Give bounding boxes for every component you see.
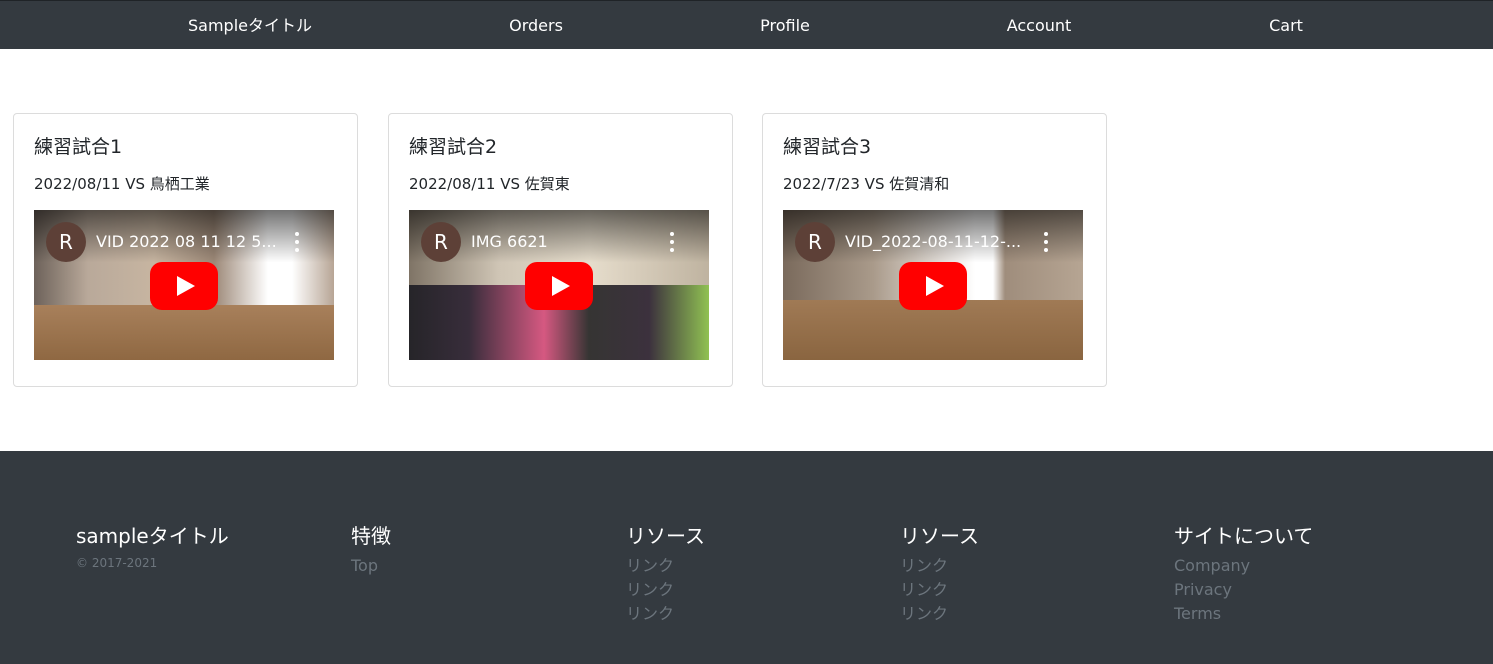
channel-avatar[interactable]: R [46,222,86,262]
nav-account-link[interactable]: Account [1007,1,1072,50]
card-subtitle: 2022/08/11 VS 佐賀東 [409,175,570,193]
card-subtitle: 2022/7/23 VS 佐賀清和 [783,175,950,193]
footer-link[interactable]: リンク [626,602,705,626]
more-options-icon[interactable] [665,230,679,254]
footer-link-company[interactable]: Company [1174,554,1313,578]
card-title: 練習試合1 [34,136,123,158]
more-options-icon[interactable] [1039,230,1053,254]
site-footer: sampleタイトル © 2017-2021 特徴 Top リソース リンク リ… [0,451,1493,664]
footer-link[interactable]: リンク [626,578,705,602]
video-embed-2[interactable]: R IMG 6621 [409,210,709,360]
footer-link-privacy[interactable]: Privacy [1174,578,1313,602]
video-embed-3[interactable]: R VID_2022-08-11-12-... [783,210,1083,360]
footer-column-resources-1: リソース リンク リンク リンク [626,521,705,626]
video-title[interactable]: VID_2022-08-11-12-... [845,232,1035,251]
match-card-3: 練習試合3 2022/7/23 VS 佐賀清和 R VID_2022-08-11… [762,113,1107,387]
footer-link-top[interactable]: Top [351,554,391,578]
video-title[interactable]: VID 2022 08 11 12 5... [96,232,286,251]
footer-brand: sampleタイトル [76,524,229,548]
footer-heading: リソース [626,524,705,548]
card-title: 練習試合3 [783,136,872,158]
match-card-1: 練習試合1 2022/08/11 VS 鳥栖工業 R VID 2022 08 1… [13,113,358,387]
footer-heading: 特徴 [351,524,391,548]
footer-link[interactable]: リンク [626,554,705,578]
channel-avatar[interactable]: R [421,222,461,262]
footer-brand-column: sampleタイトル © 2017-2021 [76,521,229,570]
footer-link[interactable]: リンク [900,578,979,602]
top-navbar: Sampleタイトル Orders Profile Account Cart [0,0,1493,49]
video-title[interactable]: IMG 6621 [471,232,661,251]
footer-heading: サイトについて [1174,524,1314,548]
nav-brand-link[interactable]: Sampleタイトル [188,1,312,50]
footer-link[interactable]: リンク [900,602,979,626]
nav-orders-link[interactable]: Orders [509,1,563,50]
video-embed-1[interactable]: R VID 2022 08 11 12 5... [34,210,334,360]
footer-link-terms[interactable]: Terms [1174,602,1313,626]
match-card-2: 練習試合2 2022/08/11 VS 佐賀東 R IMG 6621 [388,113,733,387]
footer-column-about: サイトについて Company Privacy Terms [1174,521,1313,626]
footer-column-resources-2: リソース リンク リンク リンク [900,521,979,626]
channel-avatar[interactable]: R [795,222,835,262]
nav-profile-link[interactable]: Profile [760,1,810,50]
footer-heading: リソース [900,524,979,548]
footer-copyright: © 2017-2021 [76,556,158,570]
nav-cart-link[interactable]: Cart [1269,1,1303,50]
youtube-play-icon[interactable] [899,262,967,310]
youtube-play-icon[interactable] [525,262,593,310]
more-options-icon[interactable] [290,230,304,254]
youtube-play-icon[interactable] [150,262,218,310]
card-title: 練習試合2 [409,136,498,158]
footer-link[interactable]: リンク [900,554,979,578]
card-subtitle: 2022/08/11 VS 鳥栖工業 [34,175,210,193]
footer-column-features: 特徴 Top [351,521,391,578]
